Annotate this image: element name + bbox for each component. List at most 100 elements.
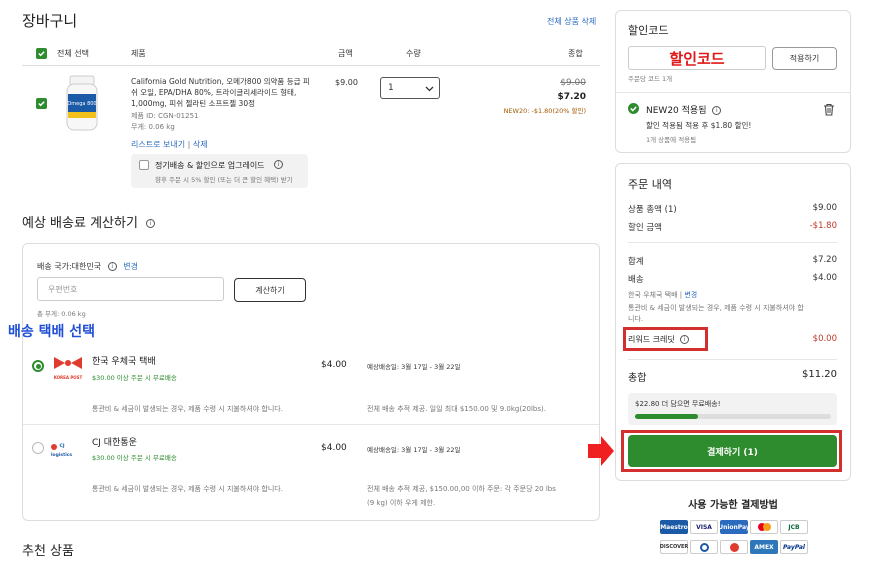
carrier-radio[interactable] <box>32 442 44 454</box>
cart-title: 장바구니 <box>22 12 78 30</box>
card-icon <box>720 540 748 554</box>
coupon-applied: NEW20 적용됨 i <box>646 103 722 116</box>
progress-track <box>635 414 831 419</box>
summary-title: 주문 내역 <box>628 178 672 191</box>
cart-header: 전체 선택 제품 금액 수량 종합 <box>22 44 600 66</box>
recommended-title: 추천 상품 <box>22 544 74 559</box>
shipping-country: 배송 국가:대한민국 i 변경 <box>37 261 138 272</box>
carrier-name: 한국 우체국 택배 <box>92 357 156 367</box>
original-total: $9.00 <box>560 78 586 88</box>
total-value: $7.20 <box>812 255 837 265</box>
upgrade-title: 정기배송 & 할인으로 업그레이드 <box>155 161 265 170</box>
product-name[interactable]: California Gold Nutrition, 오메가800 의약품 등급… <box>131 76 316 109</box>
summary-carrier: 한국 우체국 택배 | 변경 <box>628 290 697 300</box>
calculate-button[interactable]: 계산하기 <box>234 278 306 302</box>
info-icon[interactable]: i <box>146 219 156 228</box>
discount-label: 할인 금액 <box>628 223 662 233</box>
diners-icon <box>690 540 718 554</box>
shipping-option-cj[interactable]: CJ logistics CJ 대한통운 $30.00 이상 주문 시 무료배송… <box>23 424 599 519</box>
coupon-applied-count: 1개 상품에 적용됨 <box>646 136 697 144</box>
carrier-note: 전체 배송 추적 제공. 일일 최대 $150.00 및 9.0kg(20lbs… <box>367 405 546 413</box>
svg-text:Omega 800: Omega 800 <box>67 101 96 107</box>
postal-code-input[interactable]: 우편번호 <box>37 277 224 301</box>
discover-icon: DISCOVER <box>660 540 688 554</box>
move-to-list-link[interactable]: 리스트로 보내기 <box>131 140 185 149</box>
header-amount: 금액 <box>338 49 353 58</box>
checkout-button[interactable]: 결제하기 (1) <box>628 435 837 467</box>
subtotal-value: $9.00 <box>812 203 837 213</box>
summary-carrier-change-link[interactable]: 변경 <box>684 291 697 299</box>
shipping-value: $4.00 <box>812 273 837 283</box>
rewards-value: $0.00 <box>812 334 837 344</box>
header-quantity: 수량 <box>406 49 421 58</box>
korea-post-logo-text: KOREA POST <box>53 375 83 380</box>
info-icon[interactable]: i <box>107 262 117 271</box>
carrier-note-2: (9 kg) 이하 우게 제한. <box>367 499 436 507</box>
product-id: 제품 ID: CGN-01251 <box>131 112 199 120</box>
check-icon <box>38 101 45 107</box>
coupon-title: 할인코드 <box>628 24 669 37</box>
discount-note-text: NEW20: -$1.80(20% 할인) <box>503 107 586 115</box>
mastercard-orange-circle <box>762 523 771 531</box>
shipping-title: 예상 배송료 계산하기 i <box>22 212 156 231</box>
jcb-icon: JCB <box>780 520 808 534</box>
carrier-radio-selected[interactable] <box>32 360 44 372</box>
carrier-price: $4.00 <box>321 443 347 453</box>
free-shipping-note: $30.00 이상 주문 시 무료배송 <box>92 454 177 462</box>
product-image[interactable]: Omega 800 <box>62 74 102 134</box>
unit-price: $9.00 <box>335 78 358 87</box>
total-label: 합계 <box>628 257 644 267</box>
discount-note: NEW20: -$1.80(20% 할인) <box>470 105 586 115</box>
diners-circle <box>699 542 709 552</box>
free-shipping-progress-box: $22.80 더 담으면 무료배송! <box>628 393 837 425</box>
coupon-applied-desc: 할인 적용됨 적용 후 $1.80 할인! <box>646 121 752 130</box>
summary-customs-note: 통관비 & 세금이 발생되는 경우, 제품 수령 시 지불하셔야 합니다. <box>628 304 804 323</box>
payment-title: 사용 가능한 결제방법 <box>688 500 778 511</box>
divider <box>628 359 837 360</box>
upgrade-checkbox[interactable] <box>139 160 149 170</box>
summary-carrier-name: 한국 우체국 택배 <box>628 291 678 299</box>
shipping-title-text: 예상 배송료 계산하기 <box>22 216 138 231</box>
delete-item-link[interactable]: 삭제 <box>193 140 208 149</box>
coupon-applied-check-icon <box>628 103 639 114</box>
visa-icon: VISA <box>690 520 718 534</box>
supplement-bottle-icon: Omega 800 <box>66 75 98 131</box>
total-weight: 총 무게: 0.06 kg <box>37 310 86 318</box>
customs-note: 통관비 & 세금이 발생되는 경우, 제품 수령 시 지불하셔야 합니다. <box>92 405 283 413</box>
mastercard-icon <box>750 520 778 534</box>
coupon-applied-code: NEW20 적용됨 <box>646 106 707 116</box>
upgrade-desc: 향후 주문 시 5% 할인 (또는 더 큰 할인 혜택) 받기 <box>155 176 293 184</box>
coupon-input-value: 할인코드 <box>669 49 725 68</box>
delete-all-link[interactable]: 전체 상품 삭제 <box>547 16 596 27</box>
cj-dot-icon <box>51 443 57 450</box>
country-change-link[interactable]: 변경 <box>123 262 138 271</box>
shipping-option-korea-post[interactable]: KOREA POST 한국 우체국 택배 $30.00 이상 주문 시 무료배송… <box>23 342 599 424</box>
chevron-down-icon <box>425 86 434 92</box>
carrier-note: 전체 배송 추적 제공, $150.00,00 이하 주문: 각 주문당 20 … <box>367 485 556 493</box>
carrier-price: $4.00 <box>321 360 347 370</box>
country-label: 배송 국가:대한민국 <box>37 262 102 271</box>
header-product: 제품 <box>131 49 146 58</box>
trash-icon[interactable] <box>823 103 835 116</box>
item-links: 리스트로 보내기 | 삭제 <box>131 139 208 150</box>
quantity-value: 1 <box>388 83 394 93</box>
quantity-select[interactable]: 1 <box>380 77 440 99</box>
customs-note: 통관비 & 세금이 발생되는 경우, 제품 수령 시 지불하셔야 합니다. <box>92 485 283 493</box>
shipping-label: 배송 <box>628 275 644 285</box>
select-all-checkbox[interactable] <box>36 48 47 59</box>
payment-icons: Maestro VISA UnionPay JCB DISCOVER AMEX … <box>660 520 810 560</box>
korea-post-logo: KOREA POST <box>51 353 85 380</box>
upgrade-box[interactable]: 정기배송 & 할인으로 업그레이드 i 향후 주문 시 5% 할인 (또는 더 … <box>131 154 308 188</box>
check-icon <box>38 51 45 57</box>
apply-coupon-button[interactable]: 적용하기 <box>772 47 837 70</box>
checkout-button-label: 결제하기 (1) <box>707 447 758 458</box>
divider <box>615 92 851 93</box>
info-icon[interactable]: i <box>712 106 722 115</box>
discount-value: -$1.80 <box>809 221 837 231</box>
free-shipping-note: $30.00 이상 주문 시 무료배송 <box>92 374 177 382</box>
discounted-total: $7.20 <box>557 92 586 102</box>
info-icon[interactable]: i <box>274 160 283 169</box>
item-checkbox[interactable] <box>36 98 47 109</box>
select-all-label: 전체 선택 <box>57 49 89 58</box>
coupon-input[interactable]: 할인코드 <box>628 46 766 70</box>
